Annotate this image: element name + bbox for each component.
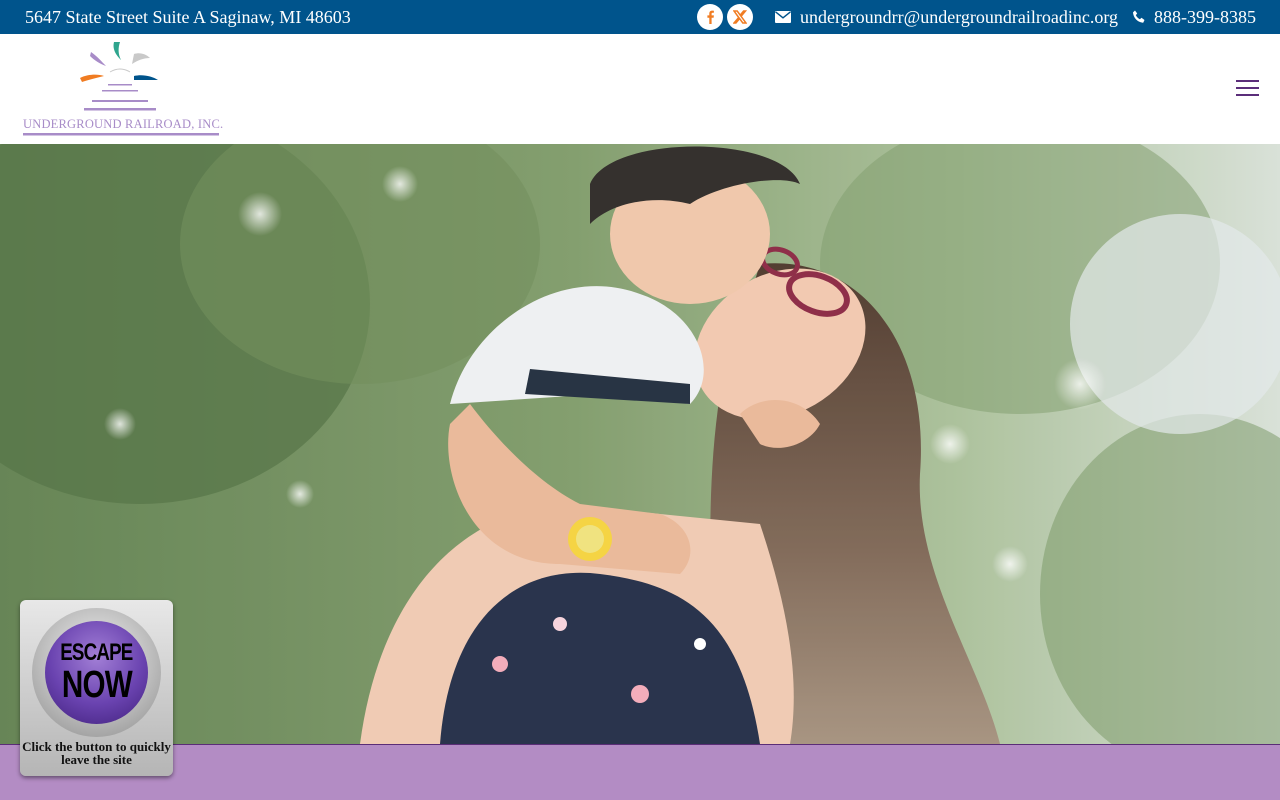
site-logo[interactable]: UNDERGROUND RAILROAD, INC. xyxy=(22,38,224,136)
hamburger-icon-line xyxy=(1236,87,1259,89)
hamburger-menu-button[interactable] xyxy=(1236,80,1260,98)
email-contact[interactable]: undergroundrr@undergroundrailroadinc.org xyxy=(775,6,1118,28)
escape-now-button[interactable]: ESCAPE NOW Click the button to quickly l… xyxy=(20,600,173,776)
email-text[interactable]: undergroundrr@undergroundrailroadinc.org xyxy=(800,6,1118,28)
x-twitter-icon xyxy=(733,10,747,24)
phone-icon xyxy=(1133,10,1145,23)
escape-button-disc: ESCAPE NOW xyxy=(45,621,148,724)
hamburger-icon-line xyxy=(1236,94,1259,96)
envelope-icon xyxy=(775,11,791,23)
facebook-link[interactable] xyxy=(697,4,723,30)
social-links xyxy=(697,4,753,30)
phone-text[interactable]: 888-399-8385 xyxy=(1154,6,1256,28)
facebook-icon xyxy=(707,10,714,24)
site-header: UNDERGROUND RAILROAD, INC. xyxy=(0,34,1280,144)
escape-label-line2: NOW xyxy=(61,664,132,706)
hero-image xyxy=(0,144,1280,744)
address-text: 5647 State Street Suite A Saginaw, MI 48… xyxy=(25,7,351,27)
hero-photo-illustration xyxy=(0,144,1280,744)
footer-strip xyxy=(0,744,1280,800)
x-twitter-link[interactable] xyxy=(727,4,753,30)
escape-button-ring: ESCAPE NOW xyxy=(32,608,161,737)
logo-emblem xyxy=(80,42,158,111)
logo-underline xyxy=(23,133,219,136)
logo-wordmark: UNDERGROUND RAILROAD, INC. xyxy=(23,117,224,131)
escape-label-line1: ESCAPE xyxy=(60,639,133,666)
top-contact-bar: 5647 State Street Suite A Saginaw, MI 48… xyxy=(0,0,1280,34)
escape-caption: Click the button to quickly leave the si… xyxy=(22,739,171,767)
hamburger-icon xyxy=(1236,80,1259,82)
phone-contact[interactable]: 888-399-8385 xyxy=(1132,6,1256,28)
